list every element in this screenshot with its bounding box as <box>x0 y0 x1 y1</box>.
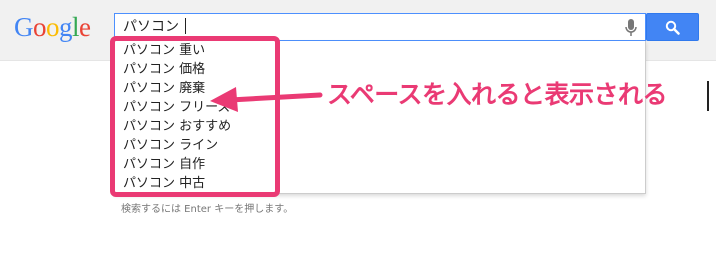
logo-letter: g <box>59 12 73 42</box>
text-cursor <box>707 81 709 111</box>
google-logo[interactable]: Google <box>14 11 91 43</box>
logo-letter: o <box>46 12 60 42</box>
annotation-highlight-box <box>110 36 280 197</box>
logo-letter: o <box>33 12 47 42</box>
logo-letter: e <box>79 12 91 42</box>
magnifier-icon <box>665 20 680 35</box>
enter-key-hint: 検索するには Enter キーを押します。 <box>121 204 294 215</box>
annotation-text: スペースを入れると表示される <box>327 80 668 109</box>
microphone-icon[interactable] <box>624 19 638 37</box>
annotation-arrow-icon <box>210 87 323 112</box>
search-button[interactable] <box>646 13 699 41</box>
logo-letter: l <box>72 12 80 42</box>
search-query-text: パソコン <box>123 19 179 35</box>
logo-letter: G <box>14 12 34 42</box>
text-caret <box>185 18 186 34</box>
